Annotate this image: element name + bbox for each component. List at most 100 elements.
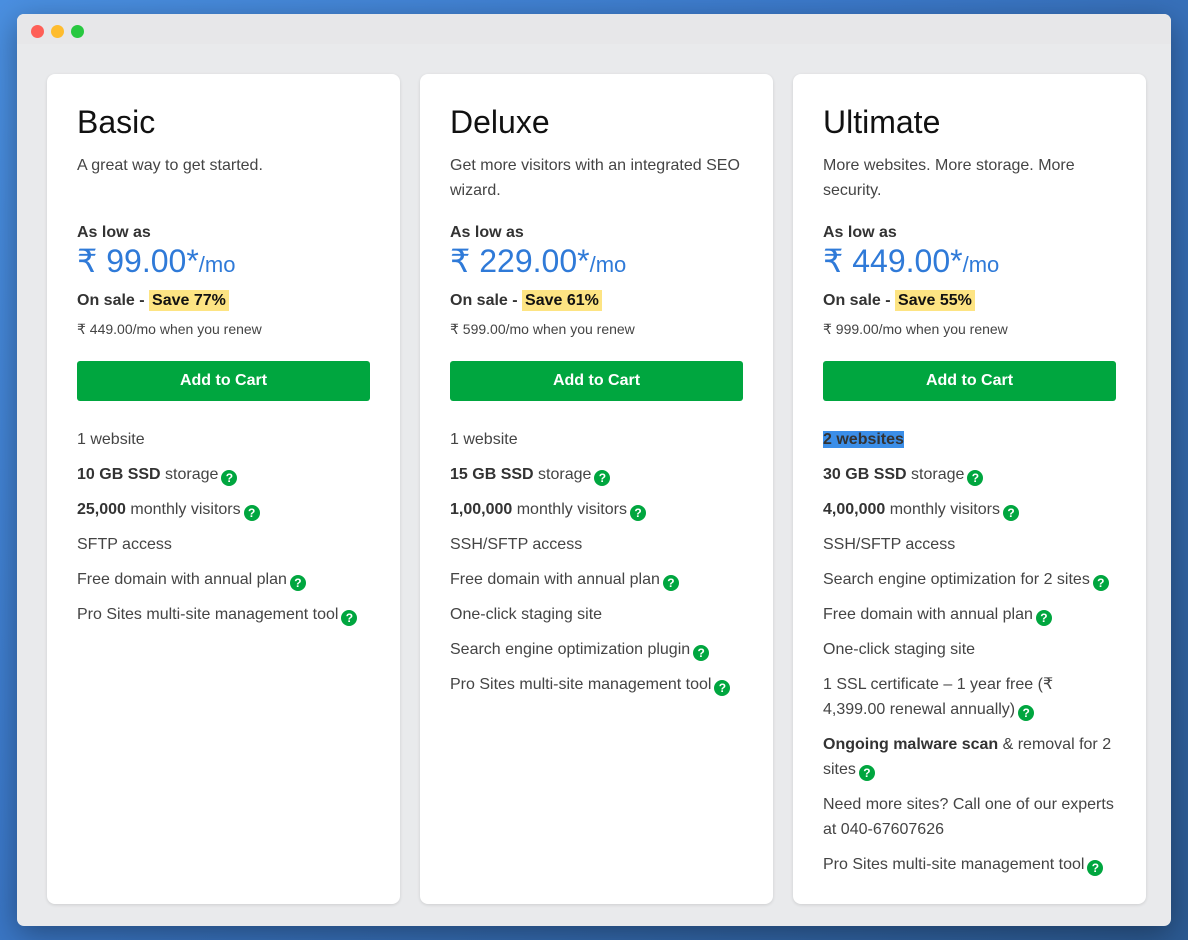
feature-text: One-click staging site [823,641,976,658]
feature-highlight: 25,000 [77,501,126,518]
feature-item: 2 websites [823,427,1116,452]
add-to-cart-button[interactable]: Add to Cart [450,361,743,401]
plan-description: More websites. More storage. More securi… [823,157,1075,199]
help-icon[interactable]: ? [289,575,306,591]
price-period: /mo [962,252,1000,277]
feature-text: storage [533,466,592,483]
feature-item: Ongoing malware scan & removal for 2 sit… [823,732,1116,782]
feature-highlight: 1,00,000 [450,501,513,518]
feature-list: 2 websites 30 GB SSD storage? 4,00,000 mon… [823,427,1116,877]
on-sale-label: On sale - [823,292,896,309]
feature-text: Search engine optimization for 2 sites [823,571,1090,588]
feature-item: 25,000 monthly visitors? [77,497,370,522]
feature-item: Free domain with annual plan? [823,602,1116,627]
price-amount: ₹ 449.00* [823,243,963,279]
help-icon[interactable]: ? [1087,860,1104,876]
maximize-window-button[interactable] [71,25,84,38]
renewal-price: ₹ 449.00/mo when you renew [77,321,262,337]
feature-list: 1 website 10 GB SSD storage? 25,000 monthl… [77,427,370,627]
feature-item: 10 GB SSD storage? [77,462,370,487]
help-icon[interactable]: ? [243,505,260,521]
feature-item: Free domain with annual plan? [77,567,370,592]
plan-card-ultimate: Ultimate More websites. More storage. Mo… [793,74,1146,904]
feature-item: SSH/SFTP access [450,532,743,557]
save-badge: Save 77% [149,290,229,311]
feature-item: Pro Sites multi-site management tool? [823,852,1116,877]
sale-line: On sale - Save 77% [77,288,370,314]
as-low-as-label: As low as [823,224,897,241]
feature-highlight: 10 GB SSD [77,466,161,483]
plan-card-deluxe: Deluxe Get more visitors with an integra… [420,74,773,904]
feature-text: One-click staging site [450,606,603,623]
renewal-price: ₹ 999.00/mo when you renew [823,321,1008,337]
help-icon[interactable]: ? [1018,705,1035,721]
save-badge: Save 55% [895,290,975,311]
sale-line: On sale - Save 61% [450,288,743,314]
feature-list: 1 website 15 GB SSD storage? 1,00,000 mont… [450,427,743,697]
feature-item: 1,00,000 monthly visitors? [450,497,743,522]
pricing-cards: Basic A great way to get started. As low… [47,74,1146,904]
on-sale-label: On sale - [77,292,150,309]
help-icon[interactable]: ? [662,575,679,591]
feature-highlight: 15 GB SSD [450,466,534,483]
feature-text: Free domain with annual plan [450,571,660,588]
feature-item: Search engine optimization for 2 sites? [823,567,1116,592]
minimize-window-button[interactable] [51,25,64,38]
help-icon[interactable]: ? [1092,575,1109,591]
feature-item: SSH/SFTP access [823,532,1116,557]
feature-item: 15 GB SSD storage? [450,462,743,487]
close-window-button[interactable] [31,25,44,38]
help-icon[interactable]: ? [714,680,731,696]
plan-card-basic: Basic A great way to get started. As low… [47,74,400,904]
as-low-as-label: As low as [450,224,524,241]
add-to-cart-button[interactable]: Add to Cart [823,361,1116,401]
feature-item: Search engine optimization plugin? [450,637,743,662]
feature-item: 1 website [77,427,370,452]
feature-text: Pro Sites multi-site management tool [77,606,339,623]
feature-item: SFTP access [77,532,370,557]
plan-price: ₹ 449.00*/mo [823,244,1116,285]
on-sale-label: On sale - [450,292,523,309]
feature-text: 1 website [77,431,145,448]
browser-window: Basic A great way to get started. As low… [17,14,1171,926]
feature-item: Need more sites? Call one of our experts… [823,792,1116,842]
feature-item: One-click staging site [450,602,743,627]
feature-highlight: Ongoing malware scan [823,736,999,753]
feature-text: 1 website [450,431,518,448]
help-icon[interactable]: ? [1035,610,1052,626]
plan-name: Basic [77,104,156,140]
help-icon[interactable]: ? [594,470,611,486]
help-icon[interactable]: ? [629,505,646,521]
feature-item: Pro Sites multi-site management tool? [77,602,370,627]
feature-highlight: 2 websites [823,431,904,448]
help-icon[interactable]: ? [1002,505,1019,521]
price-amount: ₹ 229.00* [450,243,590,279]
feature-item: 4,00,000 monthly visitors? [823,497,1116,522]
plan-name: Deluxe [450,104,550,140]
feature-text: storage [906,466,965,483]
help-icon[interactable]: ? [221,470,238,486]
plan-name: Ultimate [823,104,941,140]
feature-highlight: 30 GB SSD [823,466,907,483]
help-icon[interactable]: ? [341,610,358,626]
feature-text: monthly visitors [512,501,627,518]
plan-price: ₹ 99.00*/mo [77,244,370,285]
add-to-cart-button[interactable]: Add to Cart [77,361,370,401]
feature-item: 1 SSL certificate – 1 year free (₹ 4,399… [823,672,1116,722]
save-badge: Save 61% [522,290,602,311]
help-icon[interactable]: ? [967,470,984,486]
price-amount: ₹ 99.00* [77,243,199,279]
help-icon[interactable]: ? [858,765,875,781]
feature-text: monthly visitors [125,501,241,518]
price-period: /mo [589,252,627,277]
plan-price: ₹ 229.00*/mo [450,244,743,285]
feature-text: Pro Sites multi-site management tool [823,856,1085,873]
help-icon[interactable]: ? [693,645,710,661]
feature-text: SFTP access [77,536,172,553]
feature-item: 30 GB SSD storage? [823,462,1116,487]
feature-item: 1 website [450,427,743,452]
feature-item: One-click staging site [823,637,1116,662]
plan-description: Get more visitors with an integrated SEO… [450,157,740,199]
feature-text: monthly visitors [885,501,1000,518]
feature-text: storage [160,466,219,483]
